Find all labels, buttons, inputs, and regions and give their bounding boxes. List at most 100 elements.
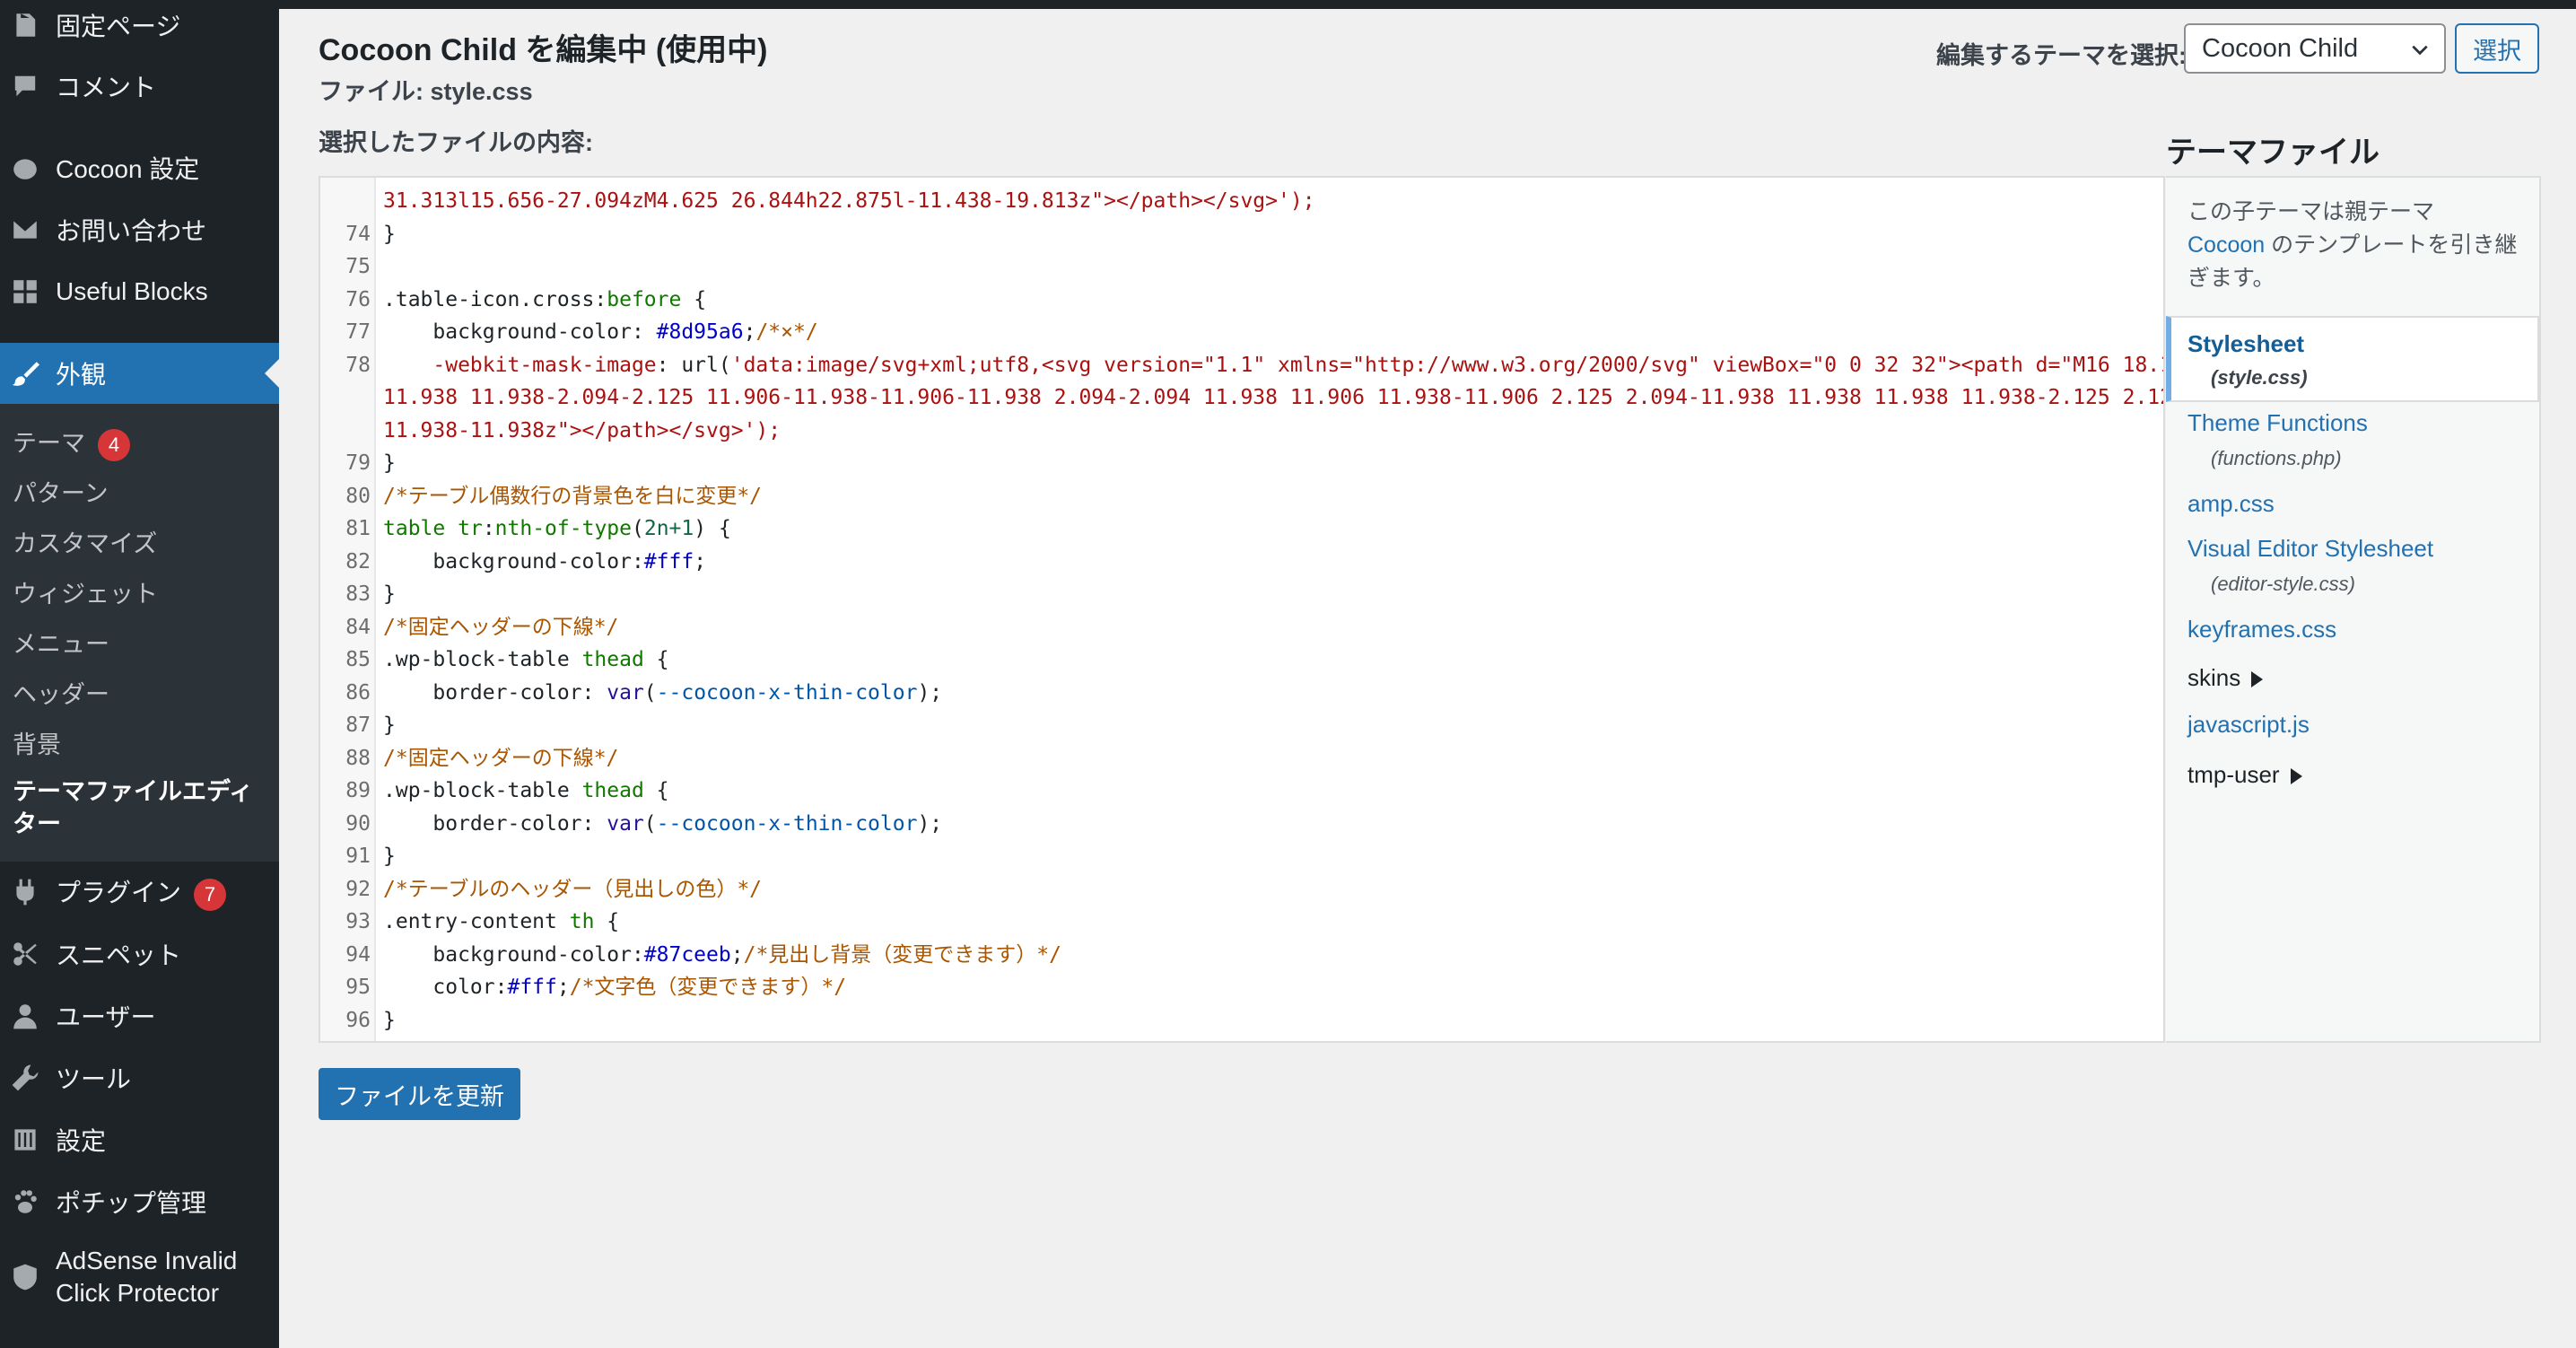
code-text: background-color:#87ceeb;/*見出し背景（変更できます）… bbox=[383, 942, 1061, 967]
scissors-icon bbox=[11, 940, 39, 968]
code-line[interactable]: 95 color:#fff;/*文字色（変更できます）*/ bbox=[320, 971, 2163, 1003]
line-number: 83 bbox=[345, 582, 371, 606]
code-line[interactable]: 75 bbox=[320, 250, 2163, 283]
code-text: background-color: #8d95a6;/*×*/ bbox=[383, 320, 818, 344]
mail-icon bbox=[11, 215, 39, 244]
code-line[interactable]: 86 border-color: var(--cocoon-x-thin-col… bbox=[320, 677, 2163, 709]
code-text: /*テーブル偶数行の背景色を白に変更*/ bbox=[383, 484, 763, 508]
code-line[interactable]: 82 background-color:#fff; bbox=[320, 546, 2163, 578]
code-text: table tr:nth-of-type(2n+1) { bbox=[383, 517, 731, 540]
code-line[interactable]: 90 border-color: var(--cocoon-x-thin-col… bbox=[320, 808, 2163, 840]
code-line[interactable]: 93 .entry-content th { bbox=[320, 906, 2163, 938]
sidebar-item-pages[interactable]: 固定ページ bbox=[0, 0, 279, 56]
submenu-item-themes[interactable]: テーマ 4 bbox=[13, 424, 130, 461]
parent-theme-link[interactable]: Cocoon bbox=[2187, 232, 2265, 258]
admin-sidebar: 固定ページ コメント Cocoon 設定 お問い合わせ Useful Block… bbox=[0, 0, 279, 1348]
wrench-icon bbox=[11, 1064, 39, 1092]
submenu-item-background[interactable]: 背景 bbox=[13, 725, 61, 760]
line-number: 95 bbox=[345, 976, 371, 999]
sidebar-item-adsense-protector[interactable]: AdSense Invalid Click Protector bbox=[0, 1237, 279, 1317]
code-line[interactable]: 91} bbox=[320, 840, 2163, 872]
select-theme-button[interactable]: 選択 bbox=[2455, 23, 2539, 74]
code-line[interactable]: 84 /*固定ヘッダーの下線*/ bbox=[320, 611, 2163, 643]
submenu-item-customize[interactable]: カスタマイズ bbox=[13, 524, 157, 559]
code-line[interactable]: 81 table tr:nth-of-type(2n+1) { bbox=[320, 512, 2163, 545]
code-line[interactable]: 94 background-color:#87ceeb;/*見出し背景（変更でき… bbox=[320, 939, 2163, 971]
sidebar-item-tools[interactable]: ツール bbox=[0, 1047, 279, 1108]
file-item-visual-editor-file: (editor-style.css) bbox=[2211, 573, 2355, 595]
submenu-item-theme-file-editor[interactable]: テーマファイルエディター bbox=[13, 775, 273, 840]
line-number: 94 bbox=[345, 942, 371, 967]
sidebar-item-snippets[interactable]: スニペット bbox=[0, 923, 279, 985]
code-text: .wp-block-table thead { bbox=[383, 779, 669, 802]
theme-files-heading: テーマファイル bbox=[2166, 136, 2380, 170]
admin-top-bar bbox=[0, 0, 2576, 9]
folder-item-skins[interactable]: skins bbox=[2187, 664, 2264, 692]
file-item-stylesheet[interactable]: Stylesheet (style.css) bbox=[2166, 316, 2539, 402]
file-item-javascript-js[interactable]: javascript.js bbox=[2187, 711, 2310, 739]
comment-icon bbox=[11, 72, 39, 101]
line-number: 79 bbox=[345, 451, 371, 475]
paw-icon bbox=[11, 1187, 39, 1216]
file-item-theme-functions[interactable]: Theme Functions bbox=[2187, 409, 2368, 437]
file-item-keyframes-css[interactable]: keyframes.css bbox=[2187, 616, 2336, 643]
plugin-icon bbox=[11, 878, 39, 906]
line-number: 80 bbox=[345, 484, 371, 508]
code-line[interactable]: 89 .wp-block-table thead { bbox=[320, 775, 2163, 807]
file-item-amp-css[interactable]: amp.css bbox=[2187, 490, 2275, 518]
submenu-item-header[interactable]: ヘッダー bbox=[13, 675, 109, 710]
folder-item-tmp-user[interactable]: tmp-user bbox=[2187, 761, 2302, 789]
code-text: border-color: var(--cocoon-x-thin-color)… bbox=[383, 811, 943, 836]
expand-triangle-icon bbox=[2251, 671, 2264, 688]
code-editor[interactable]: 31.313l15.656-27.094zM4.625 26.844h22.87… bbox=[319, 176, 2165, 1043]
sidebar-item-appearance[interactable]: 外観 bbox=[0, 343, 279, 404]
code-line[interactable]: 31.313l15.656-27.094zM4.625 26.844h22.87… bbox=[320, 185, 2163, 217]
submenu-item-menus[interactable]: メニュー bbox=[13, 625, 109, 660]
code-line[interactable]: 11.938-11.938z"></path></svg>'); bbox=[320, 415, 2163, 447]
code-text: } bbox=[383, 451, 396, 475]
code-line[interactable]: 11.938 11.938-2.094-2.125 11.906-11.938-… bbox=[320, 381, 2163, 414]
line-number: 91 bbox=[345, 845, 371, 868]
sidebar-item-pochipp[interactable]: ポチップ管理 bbox=[0, 1171, 279, 1232]
code-text: 11.938-11.938z"></path></svg>'); bbox=[383, 418, 782, 442]
sidebar-item-cocoon-settings[interactable]: Cocoon 設定 bbox=[0, 137, 279, 198]
sidebar-item-settings[interactable]: 設定 bbox=[0, 1109, 279, 1170]
sidebar-item-comments[interactable]: コメント bbox=[0, 56, 279, 117]
chevron-down-icon bbox=[2412, 45, 2428, 56]
update-file-button[interactable]: ファイルを更新 bbox=[319, 1068, 520, 1120]
code-line[interactable]: 87} bbox=[320, 709, 2163, 741]
code-text: border-color: var(--cocoon-x-thin-color)… bbox=[383, 680, 943, 705]
line-number: 75 bbox=[345, 255, 371, 278]
sidebar-item-useful-blocks[interactable]: Useful Blocks bbox=[0, 261, 279, 322]
line-number: 78 bbox=[345, 353, 371, 377]
line-number: 76 bbox=[345, 287, 371, 311]
sidebar-item-users[interactable]: ユーザー bbox=[0, 985, 279, 1046]
code-line[interactable]: 80 /*テーブル偶数行の背景色を白に変更*/ bbox=[320, 480, 2163, 512]
code-line[interactable]: 78 -webkit-mask-image: url('data:image/s… bbox=[320, 349, 2163, 381]
line-number: 96 bbox=[345, 1008, 371, 1032]
sidebar-item-plugins[interactable]: プラグイン 7 bbox=[0, 862, 279, 923]
submenu-item-patterns[interactable]: パターン bbox=[13, 474, 109, 509]
cocoon-icon bbox=[11, 153, 39, 182]
code-line[interactable]: 85 .wp-block-table thead { bbox=[320, 643, 2163, 676]
code-line[interactable]: 74} bbox=[320, 218, 2163, 250]
page-icon bbox=[11, 11, 39, 39]
plugins-update-badge: 7 bbox=[194, 878, 227, 911]
file-item-visual-editor-stylesheet[interactable]: Visual Editor Stylesheet bbox=[2187, 535, 2433, 563]
code-line[interactable]: 76 .table-icon.cross:before { bbox=[320, 284, 2163, 316]
code-text: } bbox=[383, 845, 396, 868]
sidebar-item-contact[interactable]: お問い合わせ bbox=[0, 199, 279, 260]
appearance-submenu: テーマ 4 パターン カスタマイズ ウィジェット メニュー ヘッダー 背景 テーマ… bbox=[0, 404, 279, 862]
code-line[interactable]: 88 /*固定ヘッダーの下線*/ bbox=[320, 742, 2163, 775]
code-line[interactable]: 96} bbox=[320, 1004, 2163, 1037]
code-line[interactable]: 77 background-color: #8d95a6;/*×*/ bbox=[320, 316, 2163, 348]
line-number: 92 bbox=[345, 877, 371, 901]
child-theme-note: この子テーマは親テーマ Cocoon のテンプレートを引き継ぎます。 bbox=[2187, 199, 2518, 291]
brush-icon bbox=[11, 359, 39, 388]
theme-select-dropdown[interactable]: Cocoon Child bbox=[2184, 23, 2446, 74]
code-text: 31.313l15.656-27.094zM4.625 26.844h22.87… bbox=[383, 189, 1315, 213]
code-line[interactable]: 79} bbox=[320, 447, 2163, 479]
code-line[interactable]: 92 /*テーブルのヘッダー（見出しの色）*/ bbox=[320, 873, 2163, 906]
code-line[interactable]: 83} bbox=[320, 578, 2163, 610]
submenu-item-widgets[interactable]: ウィジェット bbox=[13, 574, 158, 609]
